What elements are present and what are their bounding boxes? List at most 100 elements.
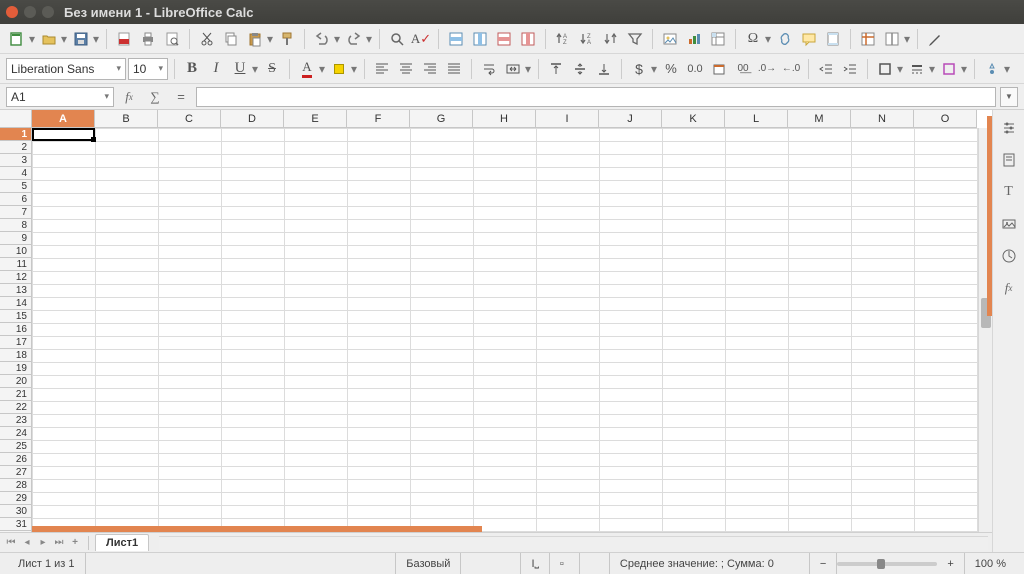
- save-icon[interactable]: [70, 28, 92, 50]
- save-dropdown[interactable]: ▾: [92, 28, 100, 50]
- column-header-L[interactable]: L: [725, 110, 788, 127]
- conditional-icon[interactable]: [981, 58, 1003, 80]
- sort-icon[interactable]: [600, 28, 622, 50]
- redo-icon[interactable]: [343, 28, 365, 50]
- row-header-2[interactable]: 2: [0, 141, 31, 154]
- sidebar-styles-icon[interactable]: T: [997, 180, 1021, 204]
- row-icon[interactable]: [445, 28, 467, 50]
- font-color-button[interactable]: A: [296, 58, 318, 80]
- status-style[interactable]: Базовый: [396, 553, 461, 574]
- row-header-7[interactable]: 7: [0, 206, 31, 219]
- find-icon[interactable]: [386, 28, 408, 50]
- border-color-dropdown[interactable]: ▾: [960, 58, 968, 80]
- row-header-16[interactable]: 16: [0, 323, 31, 336]
- status-language[interactable]: [461, 553, 521, 574]
- cut-icon[interactable]: [196, 28, 218, 50]
- image-icon[interactable]: [659, 28, 681, 50]
- row-header-29[interactable]: 29: [0, 492, 31, 505]
- function-wizard-icon[interactable]: fx: [118, 86, 140, 108]
- font-name-combo[interactable]: Liberation Sans▾: [6, 58, 126, 80]
- new-doc-icon[interactable]: [6, 28, 28, 50]
- column-header-K[interactable]: K: [662, 110, 725, 127]
- row-header-12[interactable]: 12: [0, 271, 31, 284]
- row-header-10[interactable]: 10: [0, 245, 31, 258]
- font-color-dropdown[interactable]: ▾: [318, 58, 326, 80]
- headers-footers-icon[interactable]: [822, 28, 844, 50]
- column-header-C[interactable]: C: [158, 110, 221, 127]
- column-header-J[interactable]: J: [599, 110, 662, 127]
- tab-first-icon[interactable]: ⏮: [4, 536, 18, 550]
- merge-dropdown[interactable]: ▾: [524, 58, 532, 80]
- cell-grid[interactable]: [32, 128, 978, 532]
- row-header-6[interactable]: 6: [0, 193, 31, 206]
- split-icon[interactable]: [881, 28, 903, 50]
- status-insert-mode-icon[interactable]: I⎵: [521, 553, 549, 574]
- row-header-3[interactable]: 3: [0, 154, 31, 167]
- new-doc-dropdown[interactable]: ▾: [28, 28, 36, 50]
- paste-icon[interactable]: [244, 28, 266, 50]
- row-header-9[interactable]: 9: [0, 232, 31, 245]
- add-decimal-icon[interactable]: .0→: [756, 58, 778, 80]
- status-selection-mode[interactable]: ▫: [550, 553, 580, 574]
- italic-button[interactable]: I: [205, 58, 227, 80]
- row-header-15[interactable]: 15: [0, 310, 31, 323]
- row-header-27[interactable]: 27: [0, 466, 31, 479]
- column-header-A[interactable]: A: [32, 110, 95, 127]
- sidebar-gallery-icon[interactable]: [997, 212, 1021, 236]
- chart-icon[interactable]: [683, 28, 705, 50]
- draw-icon[interactable]: [924, 28, 946, 50]
- open-icon[interactable]: [38, 28, 60, 50]
- row-header-5[interactable]: 5: [0, 180, 31, 193]
- column-header-E[interactable]: E: [284, 110, 347, 127]
- autofilter-icon[interactable]: [624, 28, 646, 50]
- row-header-24[interactable]: 24: [0, 427, 31, 440]
- number-icon[interactable]: 0.0: [684, 58, 706, 80]
- align-middle-icon[interactable]: [569, 58, 591, 80]
- special-char-dropdown[interactable]: ▾: [764, 28, 772, 50]
- sheet-tab-1[interactable]: Лист1: [95, 534, 149, 551]
- align-left-icon[interactable]: [371, 58, 393, 80]
- copy-icon[interactable]: [220, 28, 242, 50]
- sort-desc-icon[interactable]: ZA: [576, 28, 598, 50]
- sidebar-navigator-icon[interactable]: [997, 244, 1021, 268]
- split-dropdown[interactable]: ▾: [903, 28, 911, 50]
- sum-icon[interactable]: ∑: [144, 86, 166, 108]
- window-maximize-button[interactable]: [42, 6, 54, 18]
- column-header-N[interactable]: N: [851, 110, 914, 127]
- zoom-slider[interactable]: [837, 562, 937, 566]
- align-right-icon[interactable]: [419, 58, 441, 80]
- column-header-F[interactable]: F: [347, 110, 410, 127]
- row-header-30[interactable]: 30: [0, 505, 31, 518]
- column-header-G[interactable]: G: [410, 110, 473, 127]
- underline-button[interactable]: U: [229, 58, 251, 80]
- column-header-B[interactable]: B: [95, 110, 158, 127]
- zoom-in-icon[interactable]: +: [937, 553, 964, 574]
- row-header-1[interactable]: 1: [0, 128, 31, 141]
- align-top-icon[interactable]: [545, 58, 567, 80]
- comment-icon[interactable]: [798, 28, 820, 50]
- status-signature[interactable]: [580, 553, 610, 574]
- border-color-icon[interactable]: [938, 58, 960, 80]
- row-header-23[interactable]: 23: [0, 414, 31, 427]
- row-header-21[interactable]: 21: [0, 388, 31, 401]
- redo-dropdown[interactable]: ▾: [365, 28, 373, 50]
- formula-expand-icon[interactable]: ▼: [1000, 87, 1018, 107]
- currency-icon[interactable]: $: [628, 58, 650, 80]
- name-box[interactable]: A1▾: [6, 87, 114, 107]
- row-header-26[interactable]: 26: [0, 453, 31, 466]
- row-header-28[interactable]: 28: [0, 479, 31, 492]
- row-header-31[interactable]: 31: [0, 518, 31, 531]
- column-header-O[interactable]: O: [914, 110, 977, 127]
- highlight-button[interactable]: [328, 58, 350, 80]
- column-header-H[interactable]: H: [473, 110, 536, 127]
- bold-button[interactable]: B: [181, 58, 203, 80]
- horizontal-scrollbar[interactable]: [159, 536, 988, 550]
- sort-asc-icon[interactable]: AZ: [552, 28, 574, 50]
- tab-last-icon[interactable]: ⏭: [52, 536, 66, 550]
- align-justify-icon[interactable]: [443, 58, 465, 80]
- status-summary[interactable]: Среднее значение: ; Сумма: 0: [610, 553, 810, 574]
- open-dropdown[interactable]: ▾: [60, 28, 68, 50]
- row-header-4[interactable]: 4: [0, 167, 31, 180]
- wrap-text-icon[interactable]: [478, 58, 500, 80]
- undo-icon[interactable]: [311, 28, 333, 50]
